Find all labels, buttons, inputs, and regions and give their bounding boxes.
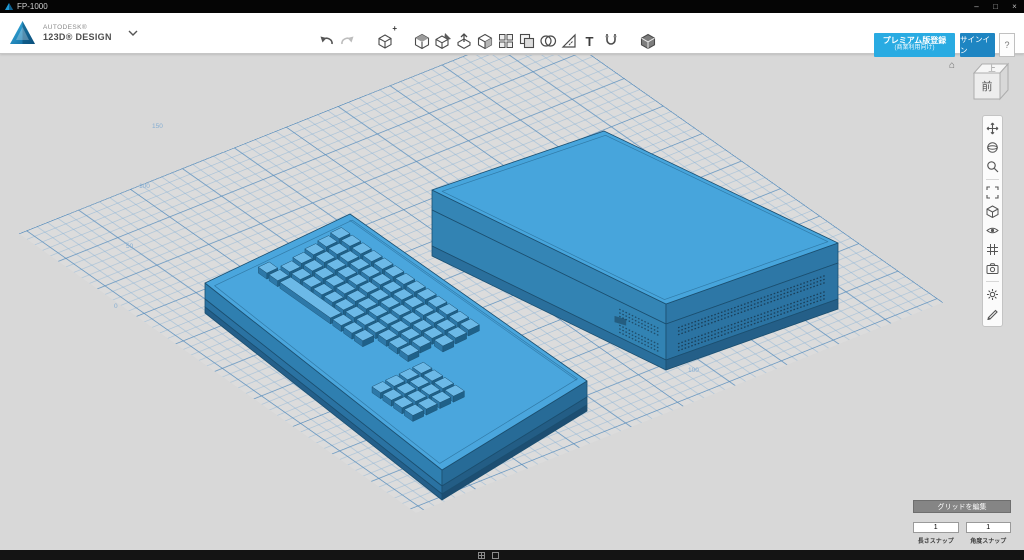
premium-subtitle: (商業利用向け) xyxy=(874,45,955,52)
snap-button[interactable] xyxy=(600,28,621,54)
main-toolbar: AUTODESK® 123D® DESIGN + xyxy=(0,13,1024,54)
axis-label: 0 xyxy=(114,303,118,310)
app-window: FP-1000 – □ × xyxy=(0,0,1024,560)
brand-company: AUTODESK® xyxy=(43,24,112,31)
axis-label: 100 xyxy=(139,183,150,190)
grouping-button[interactable] xyxy=(516,28,537,54)
view-style-button[interactable] xyxy=(983,202,1002,221)
text-tool-glyph: T xyxy=(586,35,594,48)
minimize-button[interactable]: – xyxy=(967,0,986,13)
app-logo-small-icon xyxy=(5,3,13,11)
undo-button[interactable] xyxy=(316,28,337,54)
edit-grid-button[interactable]: グリッドを編集 xyxy=(913,500,1011,513)
pattern-button[interactable] xyxy=(495,28,516,54)
material-button[interactable] xyxy=(637,28,658,54)
app-menu[interactable]: AUTODESK® 123D® DESIGN xyxy=(9,20,138,46)
fit-view-button[interactable] xyxy=(983,183,1002,202)
primitives-button[interactable] xyxy=(411,28,432,54)
chevron-down-icon[interactable] xyxy=(128,30,138,36)
construct-button[interactable] xyxy=(453,28,474,54)
tool-strip: + xyxy=(316,28,658,54)
premium-title: プレミアム版登録 xyxy=(874,36,955,45)
plus-badge: + xyxy=(392,24,397,33)
account-area: プレミアム版登録 (商業利用向け) サインイン ? xyxy=(874,33,1015,57)
app-logo-icon xyxy=(9,20,36,46)
combine-button[interactable] xyxy=(537,28,558,54)
snap-angle-label: 角度スナップ xyxy=(966,536,1012,545)
measure-button[interactable] xyxy=(558,28,579,54)
snap-length-label: 長さスナップ xyxy=(913,536,959,545)
modify-button[interactable] xyxy=(474,28,495,54)
window-titlebar: FP-1000 – □ × xyxy=(0,0,1024,13)
zoom-button[interactable] xyxy=(983,157,1002,176)
settings-button[interactable] xyxy=(983,285,1002,304)
screenshot-button[interactable] xyxy=(983,259,1002,278)
viewcube-front-label: 前 xyxy=(982,79,993,93)
window-title: FP-1000 xyxy=(17,2,48,11)
divider xyxy=(986,281,999,282)
view-toolbar xyxy=(982,115,1003,327)
grid-toggle-button[interactable] xyxy=(983,240,1002,259)
snap-length-input[interactable] xyxy=(913,522,959,533)
annotate-button[interactable] xyxy=(983,304,1002,323)
snap-angle-input[interactable] xyxy=(966,522,1012,533)
pan-button[interactable] xyxy=(983,119,1002,138)
close-button[interactable]: × xyxy=(1005,0,1024,13)
viewcube[interactable]: ⌂ 前 上 xyxy=(949,58,1009,106)
divider xyxy=(986,179,999,180)
signin-button[interactable]: サインイン xyxy=(960,33,995,57)
visibility-button[interactable] xyxy=(983,221,1002,240)
help-button[interactable]: ? xyxy=(999,33,1015,57)
brand-text: AUTODESK® 123D® DESIGN xyxy=(43,24,112,42)
statusbar xyxy=(0,550,1024,560)
brand-product: 123D® DESIGN xyxy=(43,32,112,42)
axis-label: 150 xyxy=(152,123,163,130)
redo-button[interactable] xyxy=(337,28,358,54)
statusbar-units-icon[interactable] xyxy=(492,552,499,559)
maximize-button[interactable]: □ xyxy=(986,0,1005,13)
sketch-button[interactable] xyxy=(432,28,453,54)
viewport[interactable]: 150 100 50 0 50 100 ⌂ 前 上 xyxy=(0,55,1024,550)
axis-label: 50 xyxy=(126,243,133,250)
viewcube-top-label: 上 xyxy=(988,64,996,73)
premium-button[interactable]: プレミアム版登録 (商業利用向け) xyxy=(874,33,955,57)
home-icon[interactable]: ⌂ xyxy=(949,60,955,71)
statusbar-grid-icon[interactable] xyxy=(478,552,485,559)
axis-label: 100 xyxy=(688,367,699,374)
orbit-button[interactable] xyxy=(983,138,1002,157)
axis-label: 50 xyxy=(542,401,549,408)
insert-primitive-button[interactable]: + xyxy=(374,28,395,54)
text-button[interactable]: T xyxy=(579,28,600,54)
grid-panel: グリッドを編集 長さスナップ 角度スナップ xyxy=(913,500,1011,545)
